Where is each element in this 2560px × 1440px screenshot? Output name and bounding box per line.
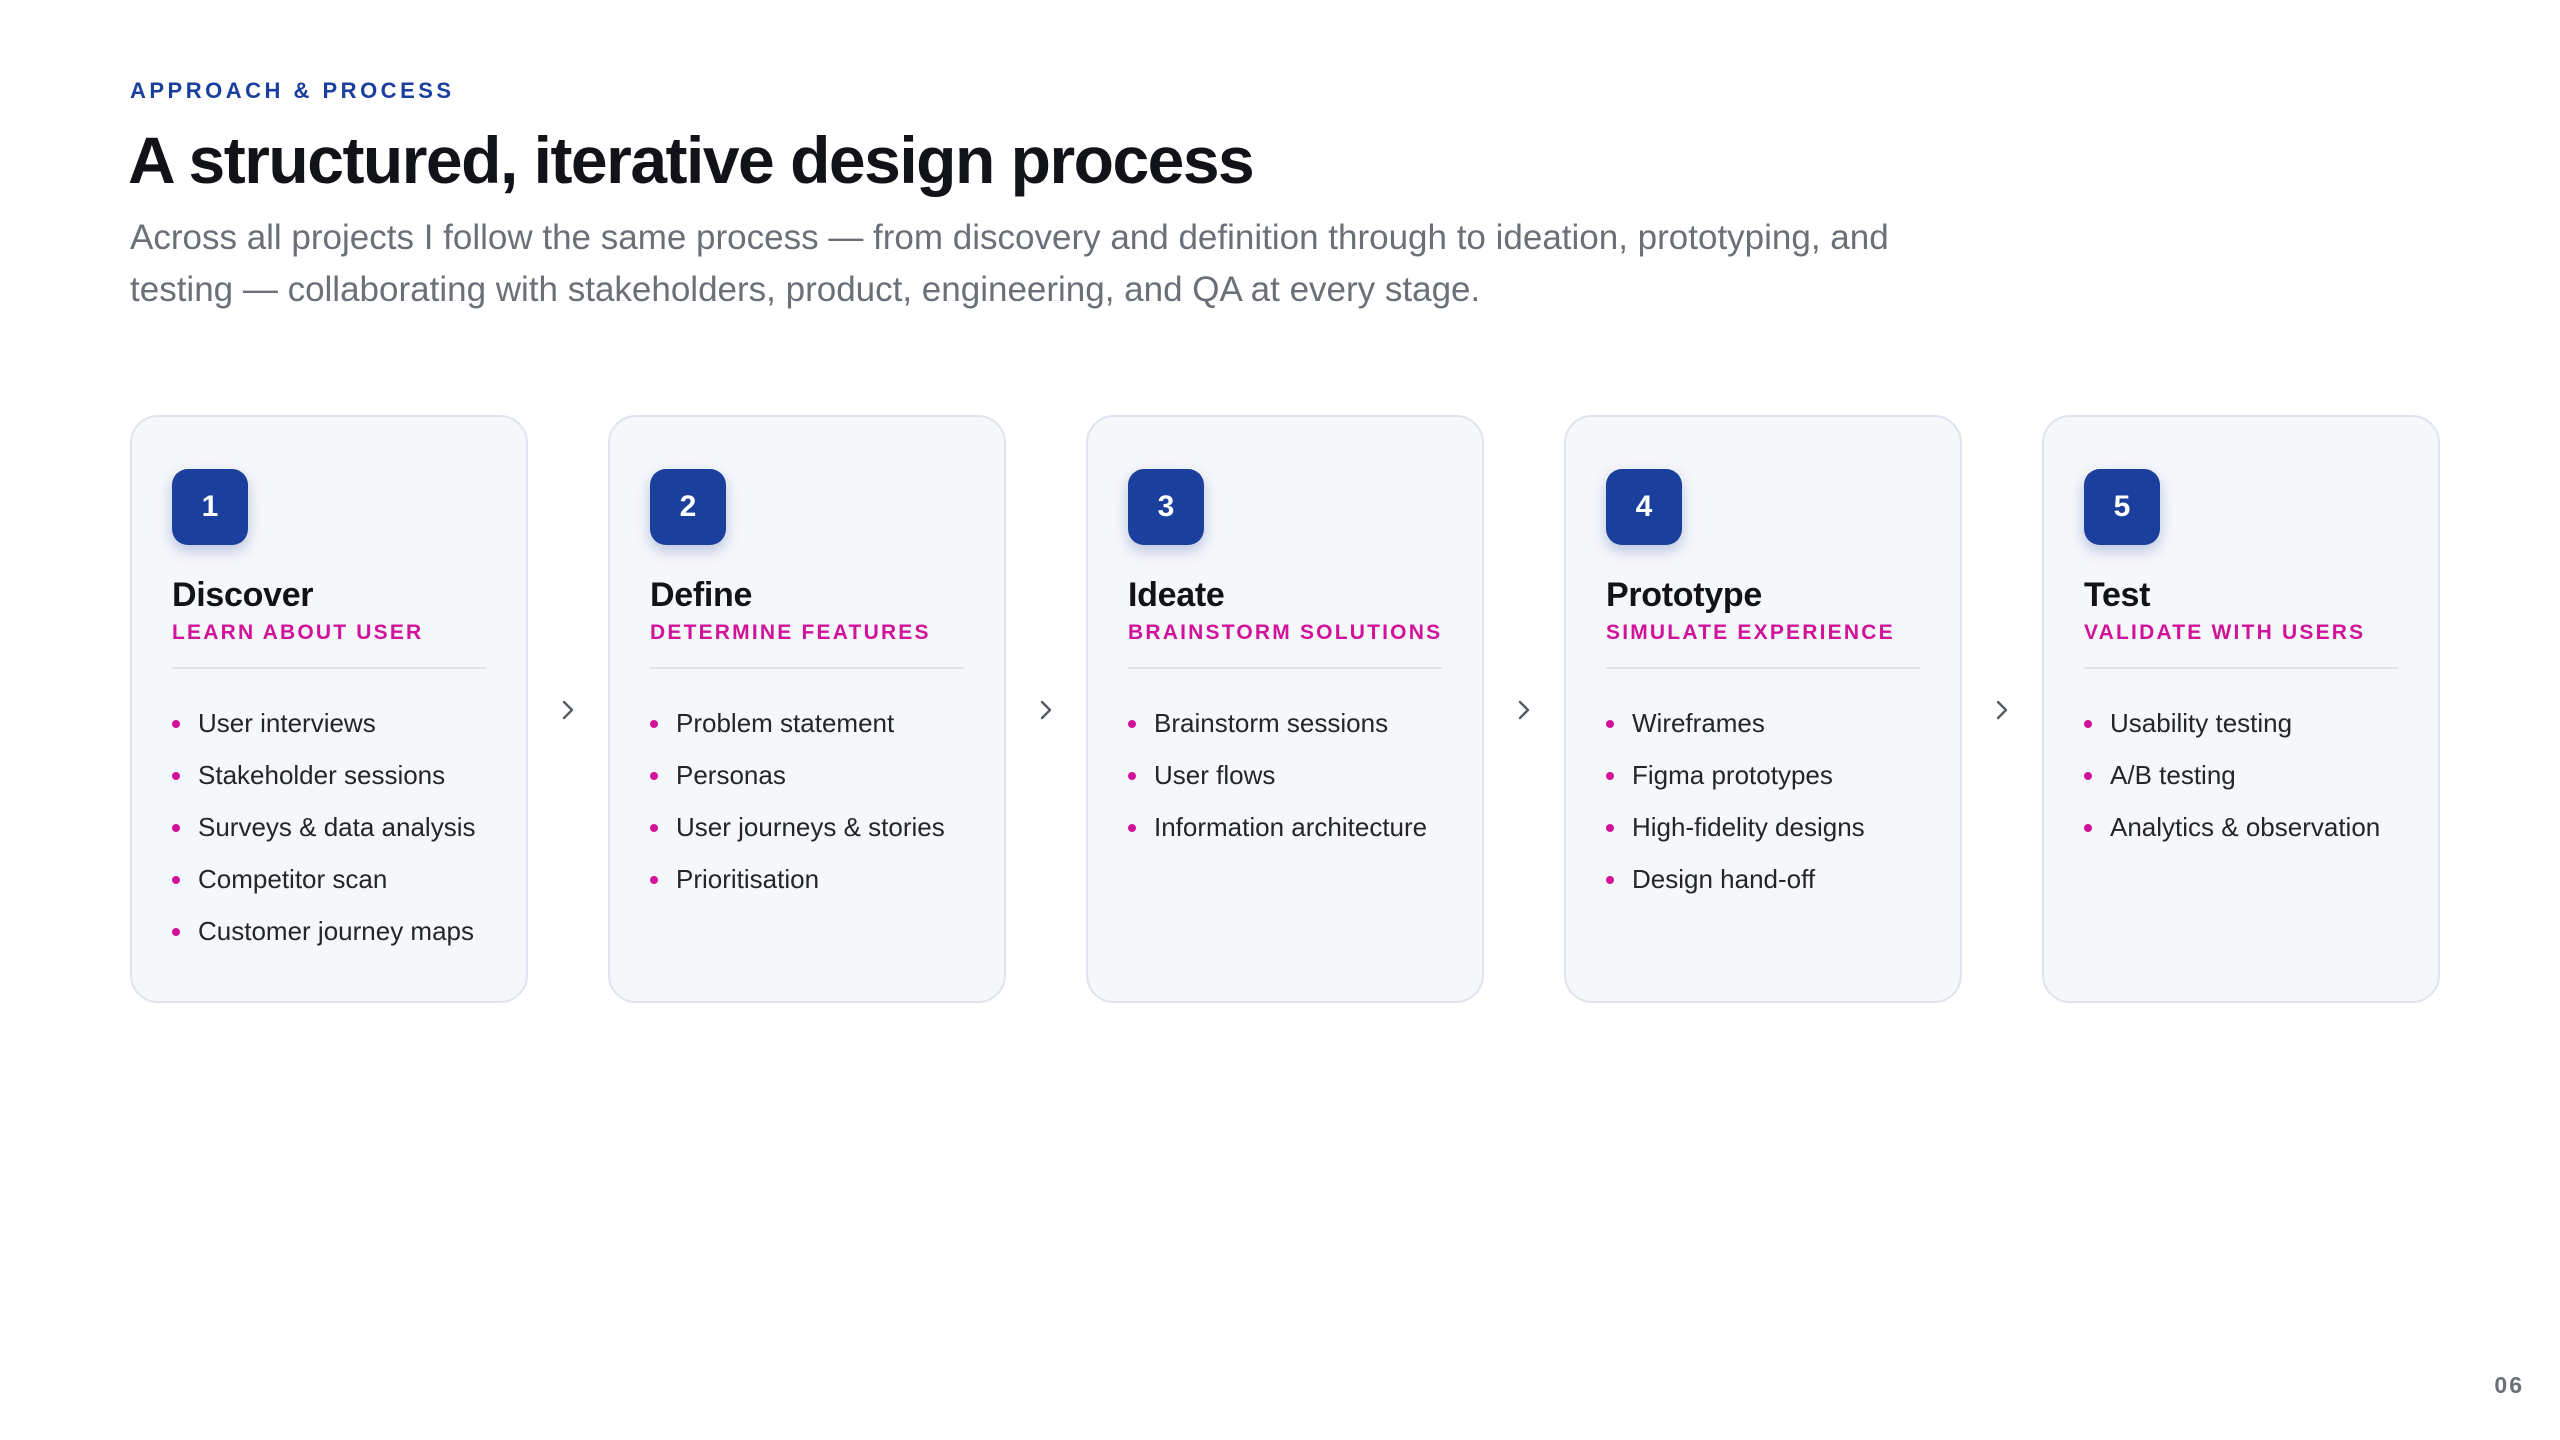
step-card-ideate: 3 Ideate BRAINSTORM SOLUTIONS Brainstorm se… [1086, 415, 1484, 1003]
step-title: Prototype [1606, 576, 1762, 614]
step-item-list: User interviews Stakeholder sessions Surve… [172, 697, 486, 957]
section-eyebrow: APPROACH & PROCESS [130, 78, 455, 103]
step-subtitle: SIMULATE EXPERIENCE [1606, 621, 1895, 644]
bullet-dot-icon [2084, 824, 2092, 832]
list-item: High-fidelity designs [1606, 801, 1920, 853]
list-item: Design hand-off [1606, 853, 1920, 905]
step-number-badge: 3 [1128, 469, 1204, 545]
list-item: Figma prototypes [1606, 749, 1920, 801]
chevron-right-icon [1962, 415, 2042, 1005]
step-divider [2084, 667, 2398, 669]
step-item-list: Problem statement Personas User journeys &… [650, 697, 964, 905]
step-card-discover: 1 Discover LEARN ABOUT USER User interviews… [130, 415, 528, 1003]
list-item: Competitor scan [172, 853, 486, 905]
list-item: Customer journey maps [172, 905, 486, 957]
step-item-list: Brainstorm sessions User flows Information… [1128, 697, 1442, 853]
step-divider [172, 667, 486, 669]
step-card-define: 2 Define DETERMINE FEATURES Problem stateme… [608, 415, 1006, 1003]
list-item: Usability testing [2084, 697, 2398, 749]
bullet-dot-icon [172, 876, 180, 884]
step-number-badge: 4 [1606, 469, 1682, 545]
list-item: Brainstorm sessions [1128, 697, 1442, 749]
list-item-label: Information architecture [1154, 812, 1428, 842]
list-item: User interviews [172, 697, 486, 749]
list-item-label: Stakeholder sessions [198, 760, 446, 790]
list-item: Prioritisation [650, 853, 964, 905]
slide: APPROACH & PROCESS A structured, iterati… [0, 0, 2560, 1440]
bullet-dot-icon [2084, 772, 2092, 780]
chevron-right-icon [528, 415, 608, 1005]
bullet-dot-icon [1606, 876, 1614, 884]
step-number-badge: 5 [2084, 469, 2160, 545]
bullet-dot-icon [1128, 720, 1136, 728]
list-item-label: Figma prototypes [1632, 760, 1833, 790]
bullet-dot-icon [172, 720, 180, 728]
bullet-dot-icon [172, 772, 180, 780]
list-item-label: Prioritisation [676, 864, 820, 894]
chevron-right-icon [1484, 415, 1564, 1005]
step-divider [1128, 667, 1442, 669]
list-item-label: Problem statement [676, 708, 895, 738]
list-item-label: Wireframes [1632, 708, 1765, 738]
step-divider [650, 667, 964, 669]
list-item-label: Surveys & data analysis [198, 812, 476, 842]
page-number: 06 [2494, 1372, 2524, 1398]
step-title: Ideate [1128, 576, 1225, 614]
bullet-dot-icon [2084, 720, 2092, 728]
step-subtitle: DETERMINE FEATURES [650, 621, 931, 644]
list-item-label: Brainstorm sessions [1154, 708, 1389, 738]
bullet-dot-icon [1606, 772, 1614, 780]
list-item: User flows [1128, 749, 1442, 801]
step-title: Discover [172, 576, 314, 614]
step-title: Test [2084, 576, 2151, 614]
bullet-dot-icon [1606, 824, 1614, 832]
process-steps: 1 Discover LEARN ABOUT USER User interviews… [130, 415, 2446, 1005]
list-item: A/B testing [2084, 749, 2398, 801]
step-card-test: 5 Test VALIDATE WITH USERS Usability testin… [2042, 415, 2440, 1003]
list-item: User journeys & stories [650, 801, 964, 853]
step-item-list: Wireframes Figma prototypes High-fidelity … [1606, 697, 1920, 905]
list-item-label: Customer journey maps [198, 916, 474, 946]
bullet-dot-icon [1606, 720, 1614, 728]
step-subtitle: LEARN ABOUT USER [172, 621, 424, 644]
bullet-dot-icon [650, 720, 658, 728]
bullet-dot-icon [1128, 824, 1136, 832]
step-subtitle: VALIDATE WITH USERS [2084, 621, 2366, 644]
chevron-right-icon [1006, 415, 1086, 1005]
list-item-label: High-fidelity designs [1632, 812, 1865, 842]
page-title: A structured, iterative design process [128, 123, 1255, 197]
list-item-label: Personas [676, 760, 786, 790]
list-item-label: Analytics & observation [2110, 812, 2381, 842]
list-item-label: User journeys & stories [676, 812, 945, 842]
step-item-list: Usability testing A/B testing Analytics & … [2084, 697, 2398, 853]
step-divider [1606, 667, 1920, 669]
list-item: Analytics & observation [2084, 801, 2398, 853]
step-title: Define [650, 576, 753, 614]
list-item-label: User flows [1154, 760, 1276, 790]
step-number-badge: 2 [650, 469, 726, 545]
step-number-badge: 1 [172, 469, 248, 545]
bullet-dot-icon [1128, 772, 1136, 780]
list-item-label: A/B testing [2110, 760, 2236, 790]
list-item-label: Usability testing [2110, 708, 2293, 738]
list-item: Surveys & data analysis [172, 801, 486, 853]
bullet-dot-icon [650, 772, 658, 780]
list-item: Personas [650, 749, 964, 801]
list-item: Information architecture [1128, 801, 1442, 853]
bullet-dot-icon [650, 824, 658, 832]
step-card-prototype: 4 Prototype SIMULATE EXPERIENCE Wireframes F… [1564, 415, 1962, 1003]
list-item: Wireframes [1606, 697, 1920, 749]
step-subtitle: BRAINSTORM SOLUTIONS [1128, 621, 1443, 644]
list-item: Problem statement [650, 697, 964, 749]
list-item-label: Design hand-off [1632, 864, 1816, 894]
bullet-dot-icon [650, 876, 658, 884]
bullet-dot-icon [172, 928, 180, 936]
list-item-label: Competitor scan [198, 864, 388, 894]
list-item-label: User interviews [198, 708, 376, 738]
bullet-dot-icon [172, 824, 180, 832]
list-item: Stakeholder sessions [172, 749, 486, 801]
page-subtitle: Across all projects I follow the same pr… [130, 218, 1889, 309]
